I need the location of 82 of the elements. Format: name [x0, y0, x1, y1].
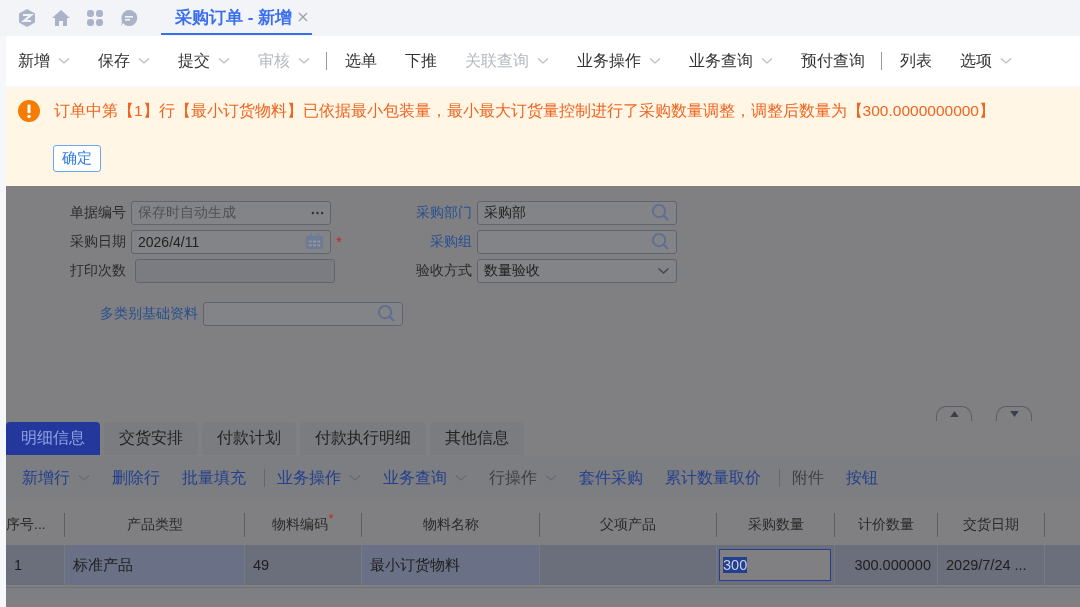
column-header: 计价数量 — [858, 516, 914, 534]
caret-icon — [138, 57, 150, 65]
caret-icon — [218, 57, 230, 65]
detail-tab[interactable]: 付款计划 — [202, 422, 296, 455]
toolbar-button[interactable]: 业务查询 — [689, 50, 773, 72]
scroll-down-button[interactable] — [996, 406, 1032, 421]
caret-icon — [78, 474, 90, 482]
caret-icon — [298, 57, 310, 65]
field-label: 单据编号 — [69, 203, 126, 222]
table-cell: 标准产品 — [73, 555, 133, 575]
column-header: 采购数量 — [747, 516, 804, 534]
search-icon[interactable] — [651, 203, 670, 222]
column-header: 交货日期 — [963, 516, 1019, 534]
apps-icon[interactable] — [85, 8, 105, 28]
toolbar-button[interactable]: 新增行 — [22, 467, 90, 489]
field-label: 采购组 — [429, 232, 472, 251]
toolbar-button[interactable]: 业务操作 — [577, 50, 661, 72]
input-field[interactable] — [203, 301, 403, 326]
table-cell: 1 — [14, 557, 23, 573]
toolbar-button[interactable]: 提交 — [178, 50, 230, 72]
up-arrow-icon — [949, 411, 959, 417]
table-cell: 2029/7/24 ... — [946, 557, 1027, 573]
caret-icon — [1000, 57, 1012, 65]
scroll-up-button[interactable] — [936, 406, 972, 421]
toolbar-button[interactable]: 业务查询 — [383, 467, 467, 489]
toolbar-button[interactable]: 列表 — [900, 50, 932, 72]
column-header: 物料编码 — [272, 516, 329, 534]
caret-icon — [349, 474, 361, 482]
detail-tab[interactable]: 其他信息 — [430, 422, 524, 455]
toolbar-button[interactable]: 按钮 — [846, 467, 878, 489]
warning-icon — [18, 100, 40, 122]
caret-icon — [455, 474, 467, 482]
column-header: 产品类型 — [126, 516, 183, 534]
toolbar-button[interactable]: 删除行 — [112, 467, 160, 489]
table-cell: 最小订货物料 — [370, 555, 460, 575]
table-cell: 49 — [253, 557, 270, 573]
caret-icon — [537, 57, 549, 65]
required-mark: * — [336, 233, 343, 250]
ok-button[interactable]: 确定 — [53, 145, 101, 172]
caret-icon — [761, 57, 773, 65]
detail-tab[interactable]: 明细信息 — [6, 422, 100, 455]
detail-tab[interactable]: 交货安排 — [104, 422, 198, 455]
caret-icon — [649, 57, 661, 65]
home-icon[interactable] — [51, 8, 71, 28]
search-icon[interactable] — [377, 304, 396, 323]
input-field[interactable]: 采购部 — [477, 200, 677, 225]
field-label: 验收方式 — [415, 261, 472, 280]
field-label: 打印次数 — [69, 261, 126, 280]
column-header: 父项产品 — [600, 516, 656, 534]
quantity-input[interactable]: 300 — [719, 549, 831, 581]
field-label: 多类别基础资料 — [99, 304, 198, 323]
logo-icon[interactable] — [17, 8, 37, 28]
close-icon[interactable] — [298, 12, 309, 22]
toolbar-button[interactable]: 批量填充 — [182, 467, 246, 489]
input-field[interactable]: 数量验收 — [477, 258, 677, 283]
toolbar-button[interactable]: 套件采购 — [579, 467, 643, 489]
required-mark: * — [328, 511, 334, 526]
column-header: 序号... — [6, 516, 46, 534]
calendar-icon[interactable] — [305, 232, 324, 251]
search-icon[interactable] — [651, 232, 670, 251]
table-cell: 300.000000 — [854, 557, 931, 573]
toolbar-button[interactable]: 累计数量取价 — [665, 467, 761, 489]
message-text: 订单中第【1】行【最小订货物料】已依据最小包装量，最小最大订货量控制进行了采购数量调整，调整后数量为【300.0000000000】 — [54, 100, 995, 121]
toolbar-button[interactable]: 选项 — [960, 50, 1012, 72]
field-label: 采购部门 — [415, 203, 472, 222]
chat-icon[interactable] — [119, 8, 139, 28]
caret-icon — [545, 474, 557, 482]
toolbar-button[interactable]: 新增 — [18, 50, 70, 72]
caret-icon — [58, 57, 70, 65]
down-arrow-icon — [1009, 411, 1019, 417]
field-label: 采购日期 — [69, 232, 126, 251]
caret-icon[interactable] — [657, 266, 670, 275]
toolbar-button[interactable]: 业务操作 — [277, 467, 361, 489]
detail-tab[interactable]: 付款执行明细 — [300, 422, 426, 455]
toolbar-button[interactable]: 下推 — [405, 50, 437, 72]
input-field[interactable]: 2026/4/11 — [131, 229, 331, 254]
toolbar-button[interactable]: 保存 — [98, 50, 150, 72]
input-field[interactable] — [477, 229, 677, 254]
toolbar-button[interactable]: 预付查询 — [801, 50, 865, 72]
column-header: 物料名称 — [422, 516, 479, 534]
toolbar-button[interactable]: 选单 — [345, 50, 377, 72]
input-field[interactable] — [135, 258, 335, 283]
